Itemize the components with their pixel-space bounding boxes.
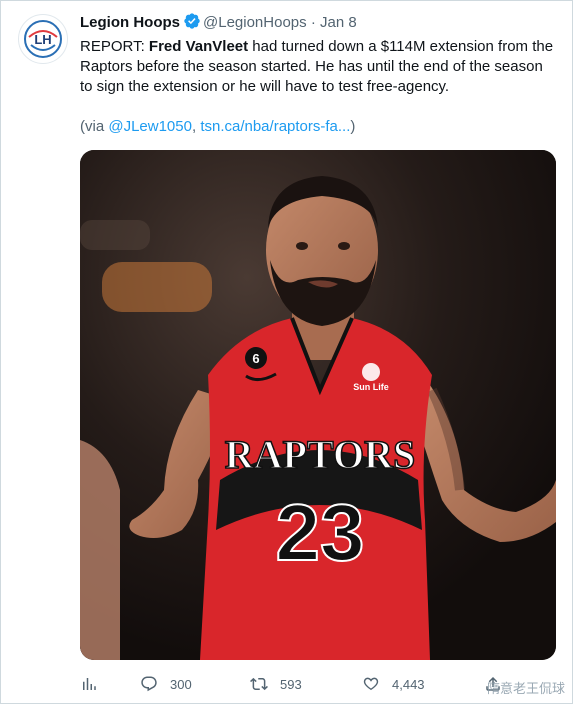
- jersey-number: 23: [276, 488, 365, 577]
- like-button[interactable]: 4,443: [362, 672, 425, 696]
- background-player: [80, 440, 120, 660]
- author-handle[interactable]: @LegionHoops: [203, 14, 307, 31]
- reply-button[interactable]: 300: [140, 672, 192, 696]
- retweet-count: 593: [280, 676, 302, 692]
- heart-icon: [363, 677, 379, 691]
- legion-hoops-logo-icon: LH: [20, 16, 66, 62]
- reply-icon: [141, 676, 157, 692]
- retweet-icon: [250, 677, 268, 691]
- header-separator: ·: [310, 14, 316, 31]
- avatar-monogram: LH: [34, 32, 51, 47]
- report-label: REPORT:: [80, 38, 145, 55]
- reply-count: 300: [170, 676, 192, 692]
- player-photo-illustration: RAPTORS 23 6 Sun Life: [80, 150, 556, 660]
- arena-light: [102, 262, 212, 312]
- tweet-content: Legion Hoops @LegionHoops · Jan 8 REPORT:…: [80, 12, 556, 137]
- author-name[interactable]: Legion Hoops: [80, 14, 180, 31]
- analytics-icon: [83, 678, 96, 690]
- author-avatar[interactable]: LH: [18, 14, 68, 64]
- jersey-patch-number: 6: [252, 351, 259, 366]
- tweet-header: Legion Hoops @LegionHoops · Jan 8: [80, 12, 556, 33]
- tweet-photo[interactable]: RAPTORS 23 6 Sun Life: [80, 150, 556, 660]
- view-analytics-button[interactable]: [80, 672, 98, 696]
- player-name: Fred VanVleet: [148, 38, 249, 55]
- source-url-link[interactable]: tsn.ca/nba/raptors-fa...: [200, 118, 350, 135]
- verified-badge-icon: [184, 13, 200, 29]
- jersey-sponsor: Sun Life: [353, 382, 389, 392]
- jersey-team-name: RAPTORS: [225, 432, 415, 477]
- watermark: 隋意老王侃球: [486, 681, 565, 696]
- retweet-button[interactable]: 593: [250, 672, 302, 696]
- via-suffix: ): [350, 118, 356, 135]
- via-prefix: (via: [80, 118, 109, 135]
- like-count: 4,443: [392, 676, 425, 692]
- tweet-source: (via @JLew1050, tsn.ca/nba/raptors-fa...…: [80, 117, 556, 137]
- tweet-text: REPORT: Fred VanVleet had turned down a …: [80, 37, 556, 97]
- tweet-timestamp[interactable]: Jan 8: [320, 14, 357, 31]
- source-mention-link[interactable]: @JLew1050: [108, 118, 192, 135]
